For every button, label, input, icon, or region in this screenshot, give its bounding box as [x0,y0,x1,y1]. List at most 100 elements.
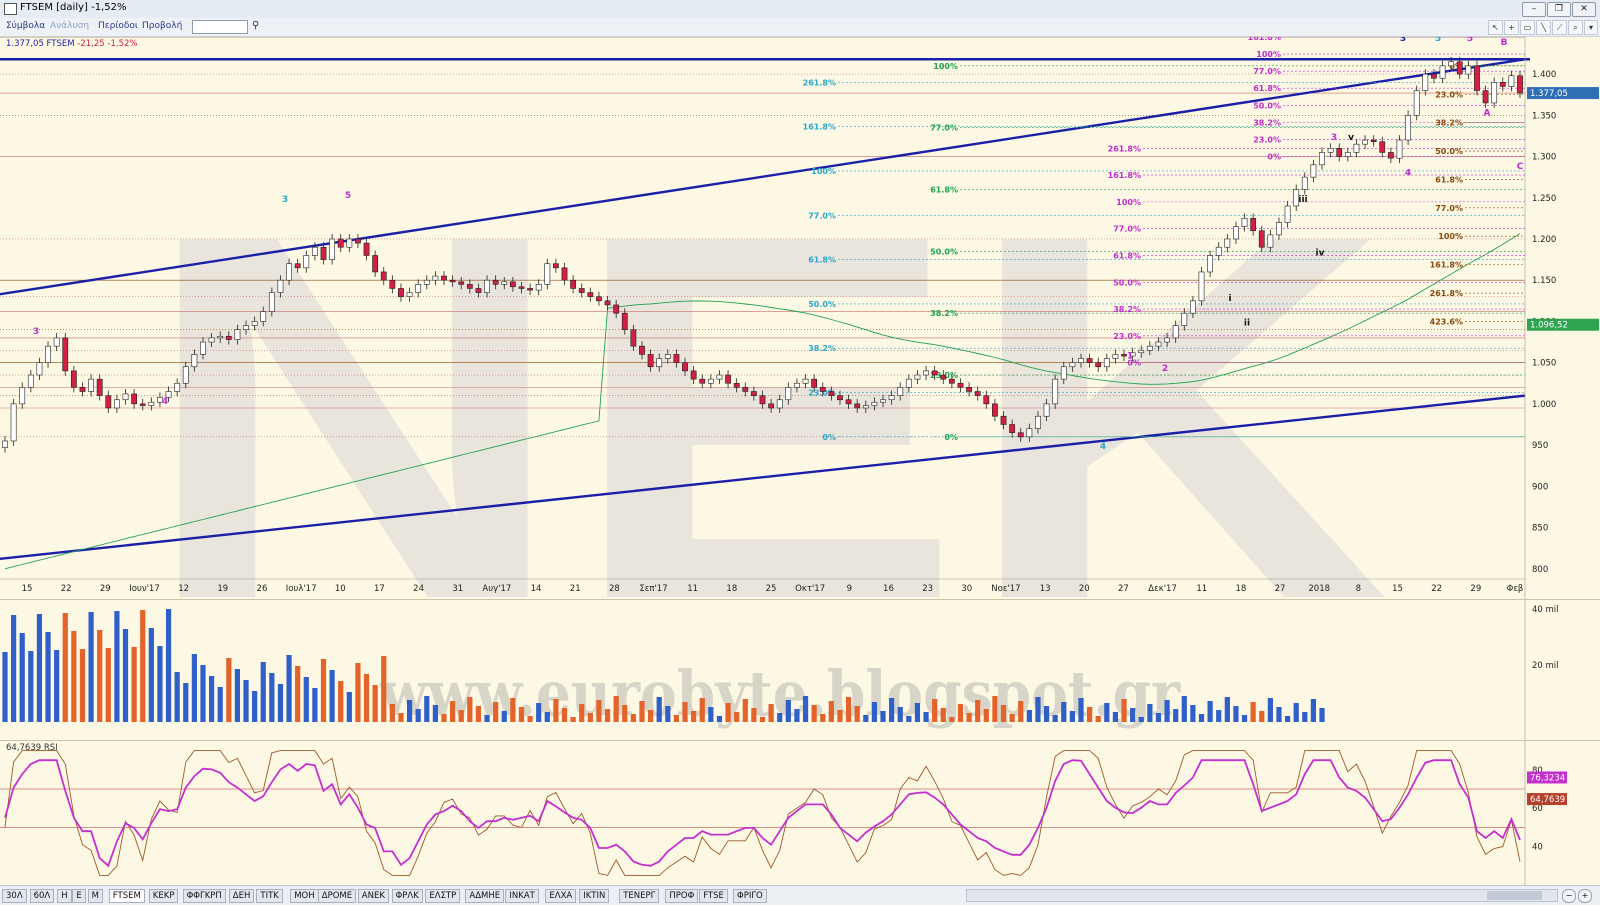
symbol-tab[interactable]: ΤΙΤΚ [256,889,283,903]
date-axis-tick: 28 [609,584,620,594]
search-icon[interactable]: ⚲ [252,20,266,33]
fib-level-label: 161.8% [1248,37,1281,42]
scroll-thumb[interactable] [1487,891,1542,900]
candle-down [79,387,86,392]
date-axis-tick: 24 [413,584,424,594]
volume-bar [1018,701,1024,722]
candle-down [673,354,680,363]
price-axis-tick: 850 [1532,524,1548,534]
symbol-tab[interactable]: ΦΡΙΓΟ [733,889,767,903]
volume-bar [277,684,284,722]
candle-up [268,292,275,312]
volume-bar [174,672,180,722]
zoom-out-icon[interactable]: − [1562,889,1576,903]
zoom-in-icon[interactable]: + [1578,889,1592,903]
volume-bar [1284,716,1291,722]
candle-up [535,284,542,291]
rectangle-icon[interactable]: ▭ [1520,20,1535,35]
symbol-tab[interactable]: ΙΚΤΙΝ [579,889,610,903]
price-chart[interactable]: NEK261.8%161.8%100%77.0%61.8%50.0%38.2%2… [0,37,1600,599]
candle-down [1250,218,1257,232]
volume-bar [269,673,275,722]
menu-analysis[interactable]: Ανάλυση [50,21,89,31]
symbol-tab[interactable]: ΑΔΜΗΕ [465,889,505,903]
candle-down [725,374,731,384]
price-pane[interactable]: NEK 261.8% 161.8% 100% 77.0% 61.8% 50.0% 38.2% 2… [0,37,1600,600]
volume-bar [802,696,809,722]
menu-symbols[interactable]: Σύμβολα [6,21,45,31]
minimize-button[interactable]: – [1522,2,1546,17]
volume-bar [854,706,860,722]
candle-down [70,370,77,388]
volume-bar [372,685,378,722]
symbol-tab[interactable]: ΕΛΣΤΡ [425,889,461,903]
symbol-tab[interactable]: ΦΦΓΚΡΠ [182,889,226,903]
volume-bar [1052,715,1058,722]
restore-button[interactable]: ❐ [1547,2,1571,17]
close-button[interactable]: ✕ [1572,2,1596,17]
symbol-tab[interactable]: FTSEM [108,889,145,903]
candle-up [1344,152,1351,157]
wave-label: 5 [1467,37,1473,44]
symbol-tab[interactable]: ΕΛΧΑ [545,889,577,903]
volume-bar [415,709,421,722]
rsi-chart[interactable]: 80604076,323464,7639 [0,741,1600,885]
symbol-tab[interactable]: ΜΟΗ [290,889,319,903]
symbol-tab[interactable]: ΠΡΟΦ [665,889,699,903]
zoom-icon[interactable]: ⌕ [1568,20,1583,35]
candle-up [329,238,336,260]
fib-level-label: 50.0% [1253,101,1281,110]
period-tab[interactable]: Η [57,889,72,903]
menu-view[interactable]: Προβολή [142,21,182,31]
volume-chart[interactable]: www.eurobyte.blogspot.gr40 mil20 mil [0,600,1600,740]
volume-bar [1276,707,1282,722]
period-tab[interactable]: Μ [87,889,103,903]
crosshair-icon[interactable]: + [1504,20,1519,35]
date-axis-tick: 26 [257,584,268,594]
line-icon[interactable]: ╲ [1536,20,1551,35]
rsi-pane[interactable]: 80 60 40 76,3234 64,7639 64,7639 RSI [0,741,1600,886]
candle-down [983,395,990,405]
symbol-tab[interactable]: ΦΡΛΚ [391,889,423,903]
symbol-tab[interactable]: ΙΝΚΑΤ [505,889,539,903]
symbol-tab[interactable]: ΔΡΟΜΕ [317,889,357,903]
candle-down [1482,90,1489,104]
period-tab[interactable]: 60Λ [29,889,55,903]
volume-bar [312,688,318,722]
candle-down [966,387,972,392]
volume-bar [897,707,903,722]
wave-label: 3 [1331,133,1337,143]
menu-periods[interactable]: Περίοδοι [98,21,138,31]
volume-bar [363,674,370,722]
symbol-search-input[interactable] [192,20,248,34]
date-axis-tick: 17 [374,584,385,594]
fib-level-label: 23.0% [1435,90,1463,99]
horizontal-scrollbar[interactable] [966,889,1558,902]
candle-down [1095,362,1102,368]
volume-bar [716,716,723,722]
volume-bar [2,652,8,722]
candle-up [10,403,17,442]
volume-bar [62,613,68,722]
candle-up [1103,358,1110,368]
symbol-tab[interactable]: ΤΕΝΕΡΓ [619,889,660,903]
trend-icon[interactable]: ⟋ [1552,20,1567,35]
symbol-tab[interactable]: ΚΕΚΡ [148,889,179,903]
volume-bar [208,676,215,722]
date-axis-tick: 20 [1079,584,1090,594]
candle-up [1422,73,1429,91]
symbol-tab[interactable]: ΑΝΕΚ [357,889,389,903]
measure-icon[interactable]: ▾ [1584,20,1598,35]
symbol-tab[interactable]: FTSE [699,889,728,903]
volume-bar [561,708,568,722]
symbol-tab[interactable]: ΔΕΗ [228,889,255,903]
candle-up [1353,143,1360,153]
fib-level-label: 23.0% [1253,135,1281,144]
cursor-icon[interactable]: ↖ [1488,20,1503,35]
logo-watermark: NEK [140,127,1390,599]
period-tab[interactable]: Ε [72,889,86,903]
volume-bar [432,705,438,722]
period-tab[interactable]: 30Λ [2,889,27,903]
candle-down [320,246,327,260]
volume-pane[interactable]: www.eurobyte.blogspot.gr 40 mil 20 mil [0,600,1600,741]
